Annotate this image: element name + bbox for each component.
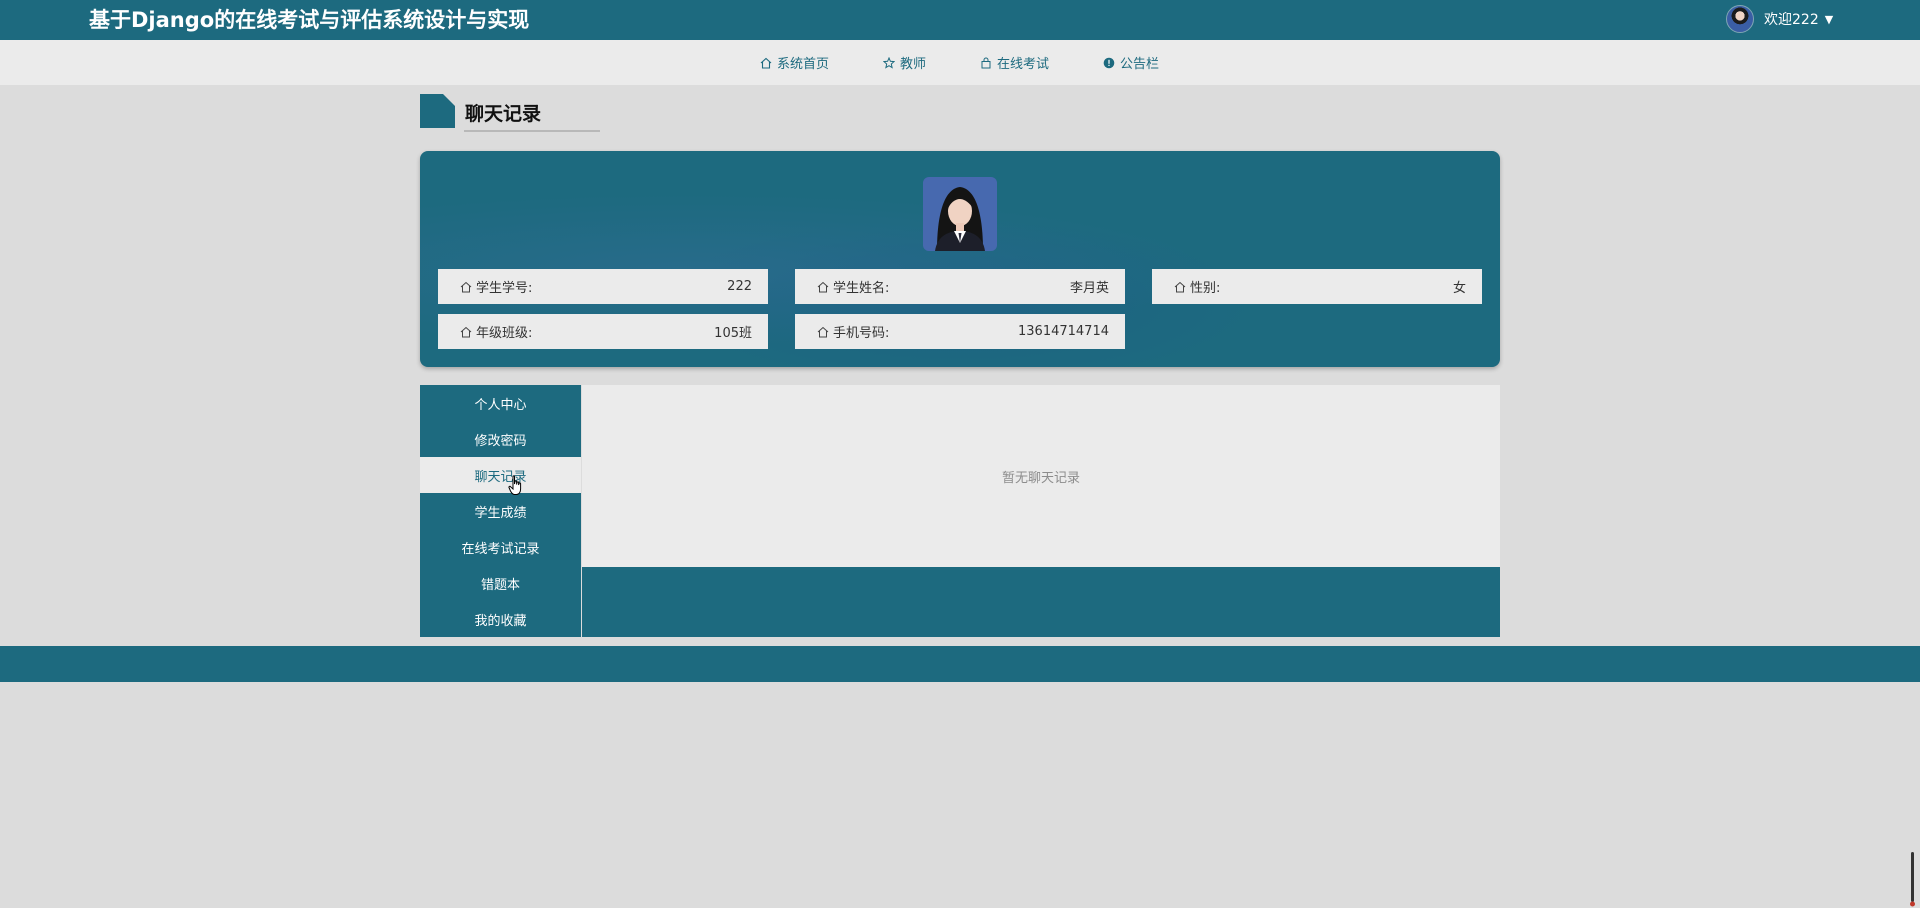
caret-down-icon: ▼ <box>1824 12 1834 26</box>
chat-records-content: 暂无聊天记录 <box>582 385 1500 567</box>
nav-item-label: 在线考试 <box>997 57 1050 72</box>
home-icon <box>1174 281 1186 292</box>
info-student-id: 学生学号: 222 <box>438 269 768 304</box>
side-item-chat-records[interactable]: 聊天记录 <box>420 457 581 493</box>
bag-icon <box>981 57 991 68</box>
nav-item-home[interactable]: 系统首页 <box>760 53 829 72</box>
page-title-block: 聊天记录 <box>420 94 600 134</box>
top-header: 基于Django的在线考试与评估系统设计与实现 欢迎222 ▼ <box>0 0 1920 40</box>
info-value: 女 <box>1452 281 1466 296</box>
info-class: 年级班级: 105班 <box>438 314 768 349</box>
profile-panel: 学生学号: 222 学生姓名: 李月英 性别: 女 年级班级: 105班 手机号… <box>420 151 1500 367</box>
nav-item-label: 教师 <box>900 57 927 72</box>
nav-item-label: 公告栏 <box>1120 57 1160 72</box>
home-icon <box>760 57 772 69</box>
info-value: 13614714714 <box>1018 324 1109 339</box>
side-menu: 个人中心 修改密码 聊天记录 学生成绩 在线考试记录 错题本 我的收藏 <box>420 385 581 637</box>
info-icon <box>1103 57 1115 68</box>
nav-item-teacher[interactable]: 教师 <box>883 53 926 72</box>
page-footer <box>0 646 1920 682</box>
user-avatar <box>1726 5 1754 33</box>
nav-item-online-exam[interactable]: 在线考试 <box>980 53 1049 72</box>
profile-photo <box>923 177 997 251</box>
info-label: 性别: <box>1190 281 1221 296</box>
empty-state-text: 暂无聊天记录 <box>1001 471 1080 486</box>
title-decoration <box>420 94 455 128</box>
main-nav: 系统首页 教师 在线考试 公告栏 <box>0 40 1920 85</box>
side-item-personal-center[interactable]: 个人中心 <box>420 385 581 421</box>
site-title: 基于Django的在线考试与评估系统设计与实现 <box>89 8 530 32</box>
home-icon <box>817 326 829 337</box>
user-menu[interactable]: 欢迎222 ▼ <box>1726 3 1833 35</box>
info-student-name: 学生姓名: 李月英 <box>795 269 1125 304</box>
scroll-indicator <box>1910 852 1915 907</box>
home-icon <box>817 281 829 292</box>
side-item-student-scores[interactable]: 学生成绩 <box>420 493 581 529</box>
side-item-change-password[interactable]: 修改密码 <box>420 421 581 457</box>
info-label: 年级班级: <box>476 326 533 341</box>
info-phone: 手机号码: 13614714714 <box>795 314 1125 349</box>
info-label: 学生姓名: <box>833 281 890 296</box>
info-label: 手机号码: <box>833 326 890 341</box>
info-gender: 性别: 女 <box>1152 269 1482 304</box>
home-icon <box>460 326 472 337</box>
hand-cursor-icon <box>508 475 522 495</box>
nav-item-label: 系统首页 <box>777 57 830 72</box>
title-underline <box>464 130 600 132</box>
info-value: 105班 <box>714 326 752 341</box>
info-label: 学生学号: <box>476 281 533 296</box>
home-icon <box>460 281 472 292</box>
content-footer-band <box>582 567 1500 637</box>
side-item-wrong-questions[interactable]: 错题本 <box>420 565 581 601</box>
side-item-favorites[interactable]: 我的收藏 <box>420 601 581 637</box>
side-item-exam-records[interactable]: 在线考试记录 <box>420 529 581 565</box>
nav-item-notice[interactable]: 公告栏 <box>1103 53 1159 72</box>
star-icon <box>883 56 896 69</box>
page-title: 聊天记录 <box>465 103 542 125</box>
info-value: 222 <box>727 279 752 294</box>
user-welcome-label: 欢迎222 <box>1764 12 1819 28</box>
info-value: 李月英 <box>1069 281 1109 296</box>
